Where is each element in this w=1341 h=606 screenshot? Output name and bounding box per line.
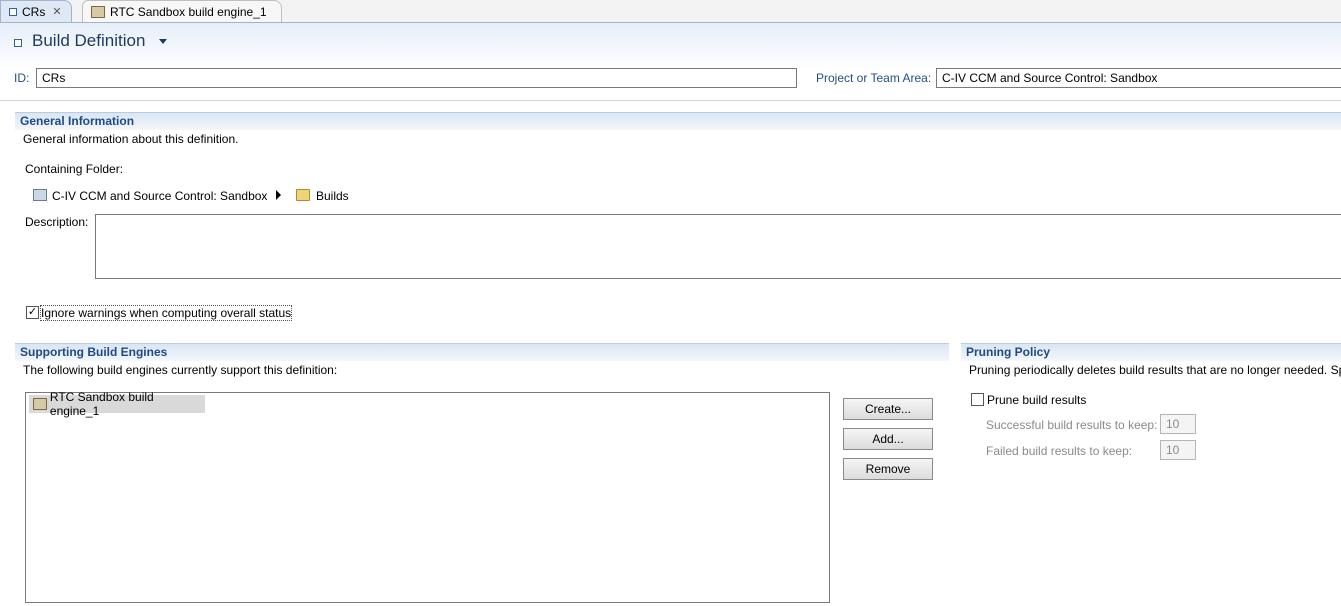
editor-tab-strip: CRs ✕ RTC Sandbox build engine_1 (0, 0, 1341, 23)
project-area-icon (33, 189, 47, 201)
page-title: Build Definition (32, 31, 146, 50)
general-section-header[interactable]: General Information (15, 112, 1341, 130)
add-button[interactable]: Add... (843, 428, 933, 450)
engines-list[interactable]: RTC Sandbox build engine_1 (25, 390, 830, 603)
project-label: Project or Team Area: (816, 71, 932, 85)
tab-crs[interactable]: CRs ✕ (0, 0, 72, 22)
create-button[interactable]: Create... (843, 398, 933, 420)
id-field[interactable] (36, 68, 797, 88)
description-label: Description: (25, 215, 89, 229)
failed-keep-field[interactable] (1160, 440, 1196, 460)
list-item[interactable]: RTC Sandbox build engine_1 (29, 390, 205, 418)
successful-keep-field[interactable] (1160, 414, 1196, 434)
ignore-warnings-checkbox[interactable]: ✓ (26, 306, 39, 319)
id-label: ID: (14, 71, 30, 85)
tab-label: RTC Sandbox build engine_1 (110, 4, 267, 19)
containing-folder-label: Containing Folder: (25, 162, 124, 176)
editor-icon (14, 39, 22, 47)
tab-build-engine[interactable]: RTC Sandbox build engine_1 (82, 0, 282, 22)
ignore-warnings-label[interactable]: Ignore warnings when computing overall s… (39, 305, 293, 321)
failed-keep-label: Failed build results to keep: (986, 444, 1133, 458)
tab-label: CRs (22, 4, 46, 19)
close-icon[interactable]: ✕ (52, 5, 61, 18)
general-description: General information about this definitio… (23, 132, 239, 146)
prune-label[interactable]: Prune build results (987, 393, 1086, 407)
pruning-section-header[interactable]: Pruning Policy (961, 343, 1341, 361)
successful-keep-label: Successful build results to keep: (986, 418, 1158, 432)
prune-checkbox[interactable] (971, 393, 984, 406)
folder-path-project[interactable]: C-IV CCM and Source Control: Sandbox (52, 189, 267, 203)
remove-button[interactable]: Remove (843, 458, 933, 480)
description-field[interactable] (95, 214, 1341, 279)
folder-path-builds[interactable]: Builds (316, 189, 349, 203)
engines-description: The following build engines currently su… (23, 363, 338, 377)
engine-name: RTC Sandbox build engine_1 (49, 390, 154, 418)
pruning-description: Pruning periodically deletes build resul… (969, 363, 1341, 377)
build-engine-icon (91, 5, 105, 18)
editor-icon (9, 7, 17, 16)
editor-header: Build Definition ID: Project or Team Are… (0, 23, 1341, 101)
breadcrumb-arrow-icon (276, 190, 281, 200)
folder-icon (296, 189, 310, 201)
project-field[interactable] (936, 68, 1341, 88)
chevron-down-icon[interactable] (159, 39, 167, 44)
engines-section-header[interactable]: Supporting Build Engines (15, 343, 949, 361)
build-engine-icon (33, 398, 47, 410)
